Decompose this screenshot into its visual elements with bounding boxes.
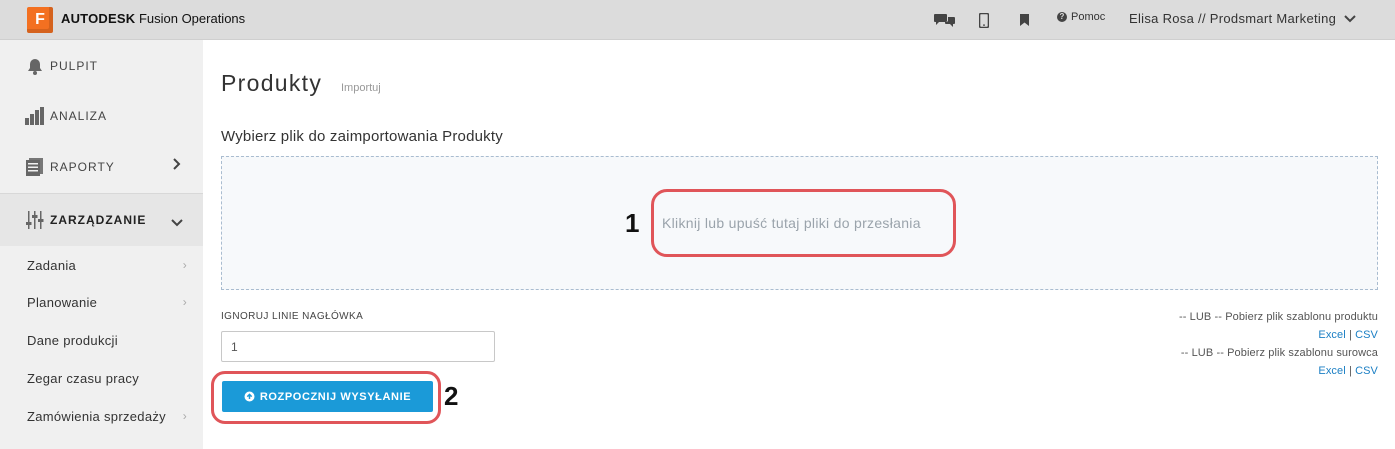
ignore-header-input[interactable] — [221, 331, 495, 362]
brand-autodesk: AUTODESK — [61, 11, 136, 26]
chevron-down-icon — [1344, 14, 1356, 22]
brand-product: Fusion Operations — [138, 11, 246, 26]
chevron-right-icon: › — [182, 258, 187, 272]
sidebar-subitem-zegar[interactable]: Zegar czasu pracy — [27, 371, 187, 386]
user-label: Elisa Rosa // Prodsmart Marketing — [1129, 11, 1337, 26]
annotation-marker-2: 2 — [444, 381, 459, 411]
chevron-down-icon — [171, 214, 183, 230]
product-template-links: Excel | CSV — [1318, 329, 1378, 341]
annotation-marker-1: 1 — [625, 208, 640, 238]
brand-name[interactable]: AUTODESK Fusion Operations — [61, 11, 245, 26]
sidebar-subitem-zadania[interactable]: Zadania › — [27, 258, 187, 273]
chevron-right-icon: › — [182, 295, 187, 309]
highlight-ring-2 — [211, 371, 441, 424]
sidebar-item-pulpit[interactable]: PULPIT — [0, 40, 203, 92]
sidebar-item-analiza[interactable]: ANALIZA — [0, 90, 203, 142]
top-bar: F AUTODESK Fusion Operations ? Pomoc Eli… — [0, 0, 1395, 40]
product-csv-link[interactable]: CSV — [1355, 329, 1378, 341]
highlight-ring-1 — [651, 189, 956, 257]
sidebar-subitem-zamowienia[interactable]: Zamówienia sprzedaży › — [27, 409, 187, 424]
product-template-text: -- LUB -- Pobierz plik szablonu produktu — [1178, 311, 1378, 323]
product-excel-link[interactable]: Excel — [1318, 329, 1345, 341]
link-separator: | — [1348, 329, 1352, 341]
sidebar-item-raporty[interactable]: RAPORTY — [0, 141, 203, 193]
help-label: Pomoc — [1071, 11, 1106, 23]
link-separator: | — [1348, 365, 1352, 377]
question-icon: ? — [1057, 12, 1067, 22]
fusion-logo[interactable]: F — [27, 7, 53, 33]
sidebar-item-label: PULPIT — [50, 59, 99, 73]
sidebar-subitem-label: Planowanie — [27, 295, 98, 310]
material-csv-link[interactable]: CSV — [1355, 365, 1378, 377]
report-icon — [25, 158, 45, 176]
sidebar-subitem-label: Zadania — [27, 258, 77, 273]
sliders-icon — [25, 211, 45, 229]
material-template-links: Excel | CSV — [1318, 365, 1378, 377]
ignore-header-label: IGNORUJ LINIE NAGŁÓWKA — [221, 311, 364, 322]
sidebar-subitem-label: Dane produkcji — [27, 333, 118, 348]
bar-chart-icon — [25, 107, 45, 125]
bell-icon — [25, 57, 45, 75]
sidebar-item-label: ANALIZA — [50, 109, 108, 123]
sidebar-subitem-dane-produkcji[interactable]: Dane produkcji — [27, 333, 187, 348]
bookmark-icon[interactable] — [1018, 10, 1030, 30]
sidebar-item-zarzadzanie[interactable]: ZARZĄDZANIE — [0, 194, 203, 246]
page-subtitle: Importuj — [341, 82, 381, 94]
page-title: Produkty — [221, 70, 323, 96]
choose-file-label: Wybierz plik do zaimportowania Produkty — [221, 128, 503, 145]
sidebar: PULPIT ANALIZA RAPORTY ZARZĄDZANIE Zadan… — [0, 40, 203, 449]
material-excel-link[interactable]: Excel — [1318, 365, 1345, 377]
mobile-icon[interactable] — [977, 10, 991, 30]
sidebar-item-label: ZARZĄDZANIE — [50, 213, 147, 227]
sidebar-subitem-label: Zamówienia sprzedaży — [27, 409, 166, 424]
chevron-right-icon — [173, 157, 181, 173]
chevron-right-icon: › — [182, 409, 187, 423]
chat-icon[interactable] — [933, 10, 957, 30]
material-template-text: -- LUB -- Pobierz plik szablonu surowca — [1180, 347, 1378, 359]
sidebar-item-label: RAPORTY — [50, 160, 115, 174]
help-link[interactable]: ? Pomoc — [1057, 11, 1105, 23]
user-menu[interactable]: Elisa Rosa // Prodsmart Marketing — [1129, 11, 1356, 26]
sidebar-subitem-label: Zegar czasu pracy — [27, 371, 140, 386]
sidebar-subitem-planowanie[interactable]: Planowanie › — [27, 295, 187, 310]
